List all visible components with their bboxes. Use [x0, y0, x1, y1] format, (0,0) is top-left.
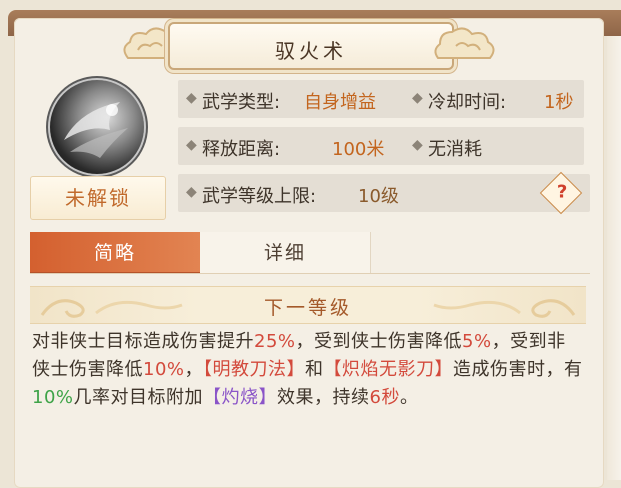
info-row-range: ◆ 释放距离: 100米 ◆ 无消耗: [178, 127, 584, 165]
desc-effect-link: 【灼烧】: [203, 387, 278, 408]
bullet-icon: ◆: [186, 137, 197, 153]
desc-text: 。: [399, 387, 419, 408]
tab-summary[interactable]: 简略: [30, 232, 200, 274]
desc-text: 几率对目标附加: [73, 387, 204, 408]
cooldown-label: 冷却时间:: [428, 92, 507, 113]
cooldown-value: 1秒: [544, 92, 574, 113]
desc-text: ，受到侠士伤害降低: [295, 331, 463, 352]
help-button[interactable]: ?: [539, 171, 583, 215]
info-row-level-cap: ◆ 武学等级上限: 10级 ?: [178, 171, 590, 215]
type-value: 自身增益: [304, 92, 376, 113]
desc-value: 10%: [143, 359, 185, 380]
bullet-icon: ◆: [412, 90, 423, 106]
tab-divider: [30, 273, 590, 274]
tab-detail[interactable]: 详细: [200, 232, 371, 274]
range-label: 释放距离:: [202, 139, 281, 160]
panel-edge: [607, 36, 621, 480]
skill-description: 对非侠士目标造成伤害提升25%，受到侠士伤害降低5%，受到非侠士伤害降低10%，…: [32, 328, 584, 412]
range-value: 100米: [332, 139, 385, 160]
desc-text: 效果，持续: [277, 387, 370, 408]
desc-text: 造成伤害时，有: [453, 359, 583, 380]
skill-title: 驭火术: [275, 39, 347, 63]
title-plate: 驭火术: [168, 22, 454, 70]
question-icon: ?: [556, 181, 568, 203]
silver-swirl-orb-icon: [50, 80, 144, 174]
desc-skill-link: 【炽焰无影刀】: [323, 359, 454, 380]
level-cap-label: 武学等级上限:: [202, 186, 317, 207]
bullet-icon: ◆: [412, 137, 423, 153]
desc-skill-link: 【明教刀法】: [203, 359, 306, 380]
bullet-icon: ◆: [186, 184, 197, 200]
bullet-icon: ◆: [186, 90, 197, 106]
locked-status-button[interactable]: 未解锁: [30, 176, 166, 220]
right-cloud-ornament-icon: [434, 27, 495, 59]
info-row-type: ◆ 武学类型: 自身增益 ◆ 冷却时间: 1秒: [178, 80, 584, 118]
desc-text: 和: [305, 359, 324, 380]
desc-duration-value: 6秒: [369, 387, 400, 408]
desc-text: ，: [184, 359, 204, 380]
right-swirl-ornament-icon: [433, 299, 576, 318]
desc-chance-value: 10%: [32, 387, 74, 408]
desc-value: 5%: [462, 331, 492, 352]
desc-text: 对非侠士目标造成伤害提升: [32, 331, 254, 352]
type-label: 武学类型:: [202, 92, 281, 113]
level-cap-value: 10级: [358, 186, 399, 207]
title-banner: 驭火术: [118, 18, 500, 74]
next-level-header: 下一等级: [30, 286, 586, 324]
desc-value: 25%: [254, 331, 296, 352]
cost-label: 无消耗: [428, 139, 482, 160]
